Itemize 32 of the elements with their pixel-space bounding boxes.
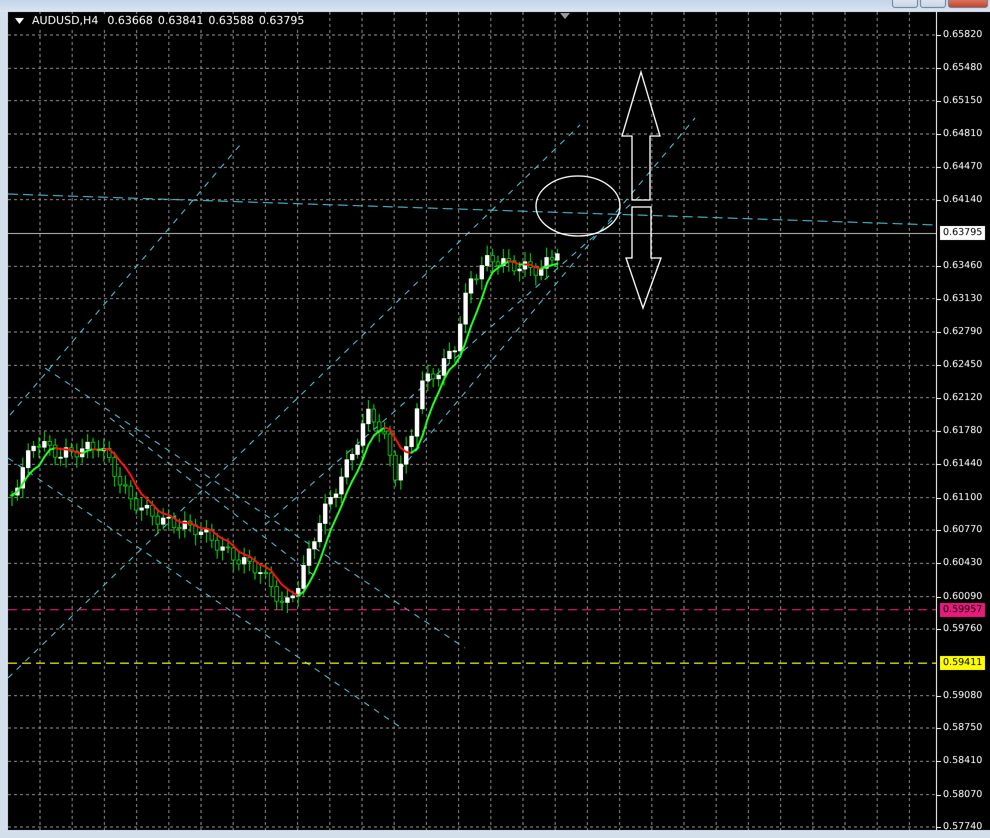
price-marker-label: 0.63795: [940, 226, 986, 240]
price-marker-label: 0.59411: [940, 656, 986, 670]
price-label: 0.64140: [943, 192, 982, 207]
price-label: 0.57740: [943, 820, 982, 834]
price-label: 0.60090: [943, 590, 982, 604]
price-label: 0.65820: [943, 28, 982, 42]
price-label: 0.64470: [943, 160, 982, 174]
price-quote: 0.63668: [107, 14, 153, 27]
price-label: 0.59760: [943, 622, 982, 636]
price-label: 0.59080: [943, 688, 982, 703]
price-label: 0.61780: [943, 424, 982, 438]
price-quote: 0.63841: [158, 14, 204, 27]
price-label: 0.63460: [943, 259, 982, 274]
price-label: 0.61100: [943, 490, 982, 505]
price-label: 0.62450: [943, 358, 982, 372]
price-label: 0.60430: [943, 556, 982, 570]
price-label: 0.65480: [943, 61, 982, 76]
price-label: 0.65150: [943, 94, 982, 108]
dropdown-icon[interactable]: [15, 18, 24, 24]
price-label: 0.64810: [943, 127, 982, 141]
price-label: 0.62790: [943, 325, 982, 339]
symbol-label: AUDUSD,H4: [32, 14, 98, 27]
price-quote: 0.63795: [258, 14, 304, 27]
price-label: 0.58070: [943, 788, 982, 802]
price-quote: 0.63588: [208, 14, 254, 27]
price-label: 0.60770: [943, 523, 982, 537]
price-label: 0.58410: [943, 754, 982, 768]
price-label: 0.62120: [943, 390, 982, 405]
price-marker-label: 0.59957: [940, 602, 986, 617]
price-label: 0.61440: [943, 457, 982, 472]
price-label: 0.58750: [943, 721, 982, 735]
price-label: 0.63130: [943, 292, 982, 306]
